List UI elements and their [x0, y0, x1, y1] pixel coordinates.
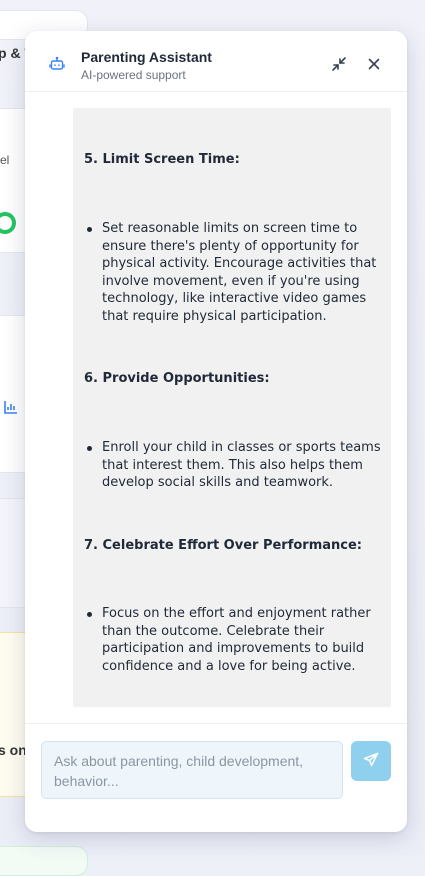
list-item: Enroll your child in classes or sports t…: [84, 439, 384, 492]
assistant-panel: Parenting Assistant AI-powered support 5…: [25, 31, 407, 832]
section-heading: 5. Limit Screen Time:: [84, 152, 240, 167]
bar-chart-icon[interactable]: [4, 400, 18, 414]
bot-icon: [49, 56, 65, 72]
assistant-subtitle: AI-powered support: [81, 68, 186, 82]
composer: [25, 723, 407, 832]
close-icon[interactable]: [365, 55, 383, 73]
section-list: Set reasonable limits on screen time to …: [84, 220, 384, 325]
send-icon: [363, 752, 379, 771]
section-list: Enroll your child in classes or sports t…: [84, 439, 384, 492]
send-button[interactable]: [351, 741, 391, 781]
section-list: Focus on the effort and enjoyment rather…: [84, 605, 384, 675]
assistant-header: Parenting Assistant AI-powered support: [25, 31, 407, 92]
section-heading: 6. Provide Opportunities:: [84, 371, 270, 386]
bg-label-fragment: el: [0, 153, 9, 167]
list-item: Focus on the effort and enjoyment rather…: [84, 605, 384, 675]
bg-card: [0, 846, 88, 876]
assistant-title: Parenting Assistant: [81, 49, 212, 65]
message-input[interactable]: [41, 741, 343, 799]
minimize-icon[interactable]: [330, 55, 348, 73]
assistant-message: 5. Limit Screen Time: Set reasonable lim…: [73, 108, 391, 707]
section-heading: 7. Celebrate Effort Over Performance:: [84, 538, 362, 553]
message-list[interactable]: 5. Limit Screen Time: Set reasonable lim…: [25, 92, 407, 723]
list-item: Set reasonable limits on screen time to …: [84, 220, 384, 325]
bg-text-fragment: s on: [0, 742, 27, 758]
